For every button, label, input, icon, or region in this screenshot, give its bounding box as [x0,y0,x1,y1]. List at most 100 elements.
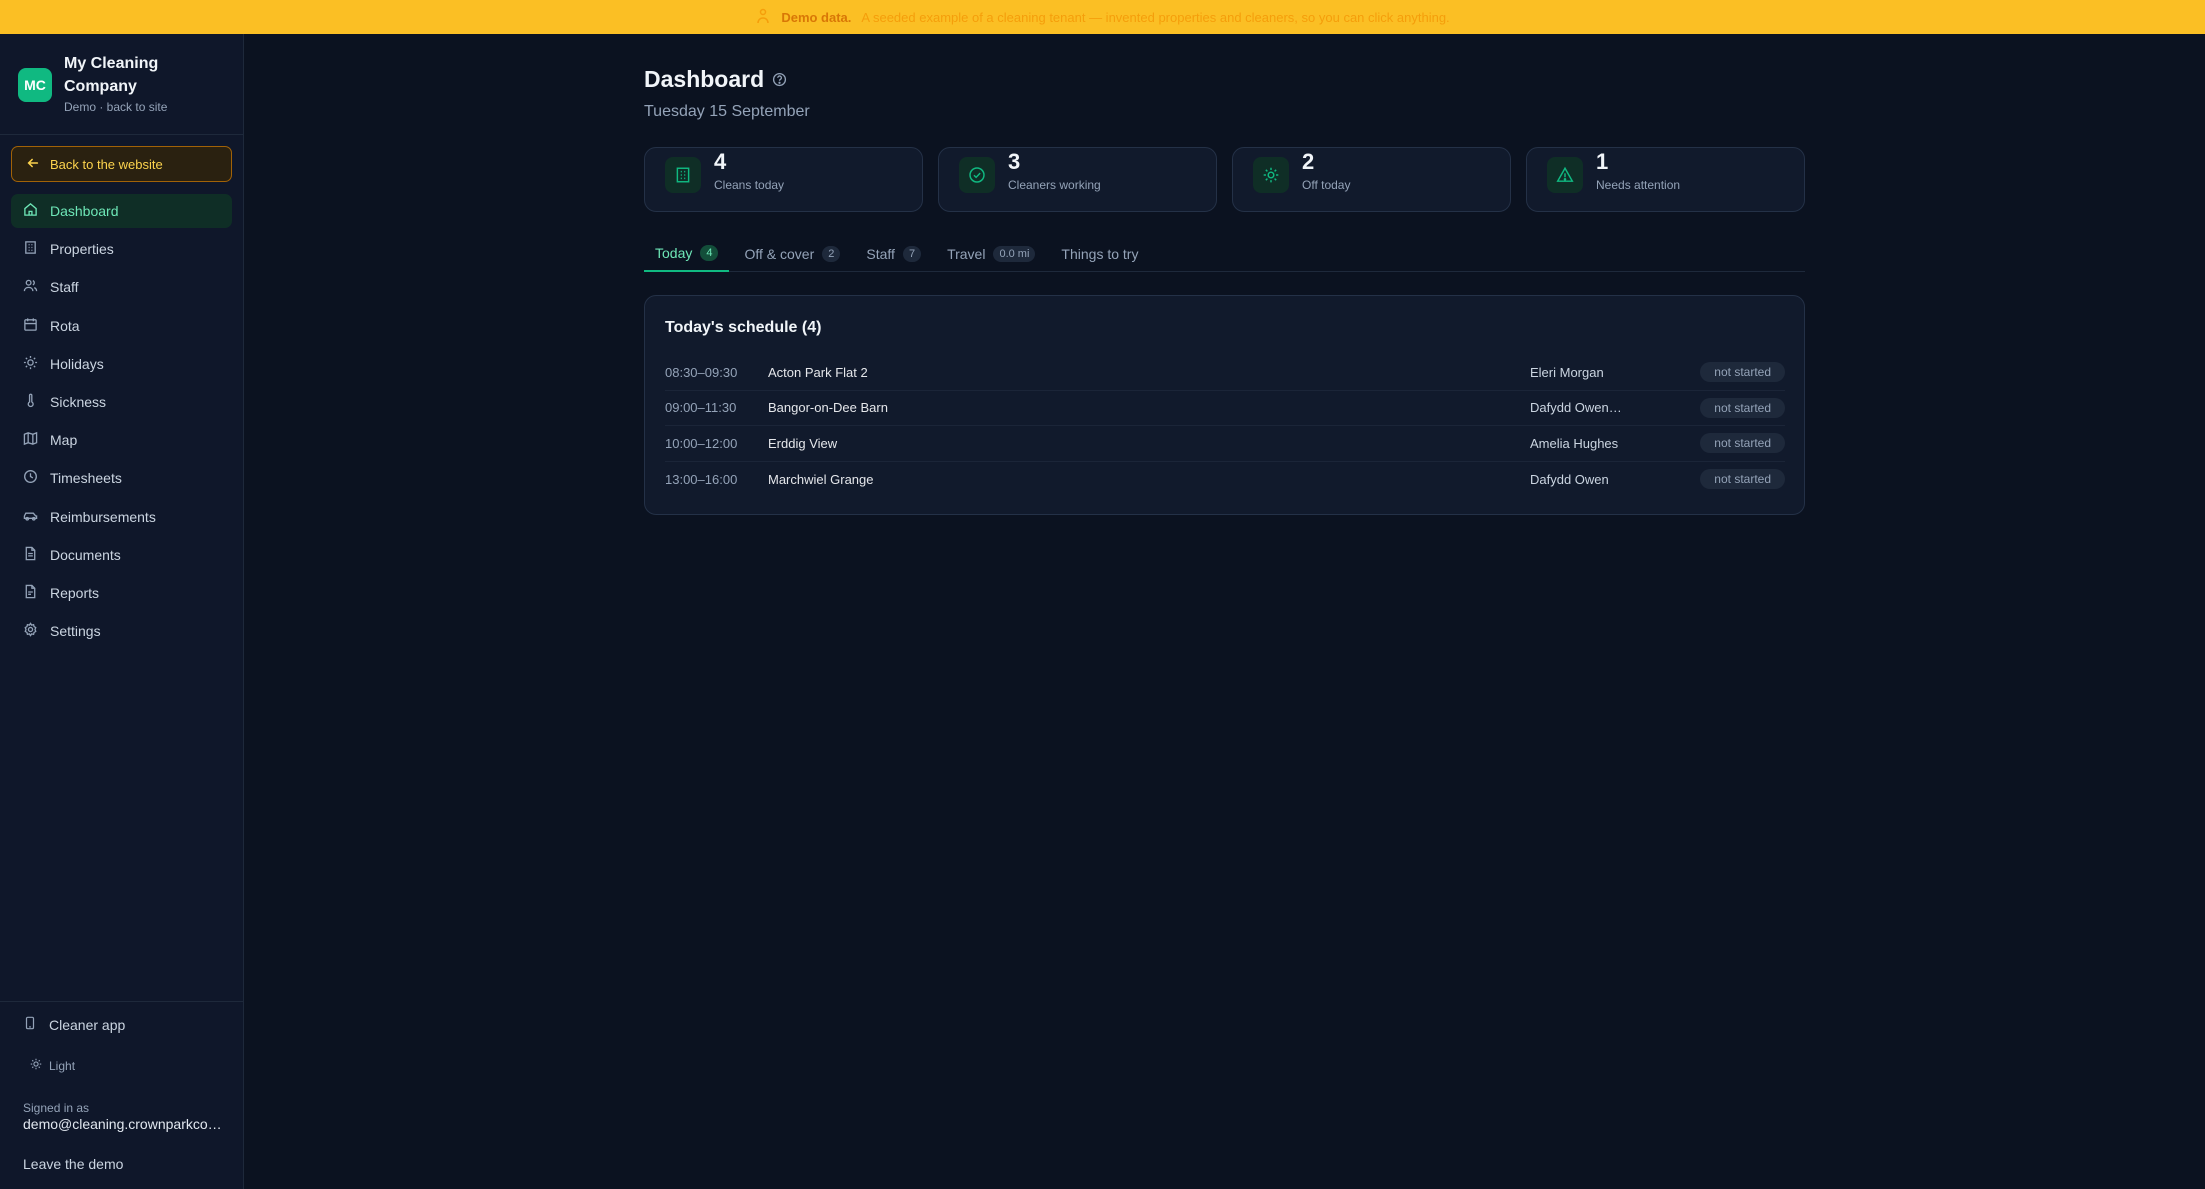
divider [0,1001,244,1002]
cleaner-app-label: Cleaner app [49,1016,126,1033]
row-property: Marchwiel Grange [768,471,874,487]
table-row[interactable]: 10:00–12:00 Erddig View Amelia Hughes no… [665,426,1785,462]
home-icon [23,202,38,220]
status-badge: not started [1700,469,1785,490]
sidebar-item-sickness[interactable]: Sickness [11,385,232,419]
tab-staff[interactable]: Staff 7 [855,236,932,272]
sidebar-item-dashboard[interactable]: Dashboard [11,194,232,228]
back-to-website-button[interactable]: Back to the website [11,146,232,182]
sidebar-item-label: Settings [50,623,101,640]
row-property: Acton Park Flat 2 [768,364,868,380]
stat-card-off[interactable]: 2 Off today [1232,147,1511,212]
building-icon [23,240,38,258]
stat-value: 4 [714,149,727,174]
phone-icon [23,1016,37,1033]
stat-value: 1 [1596,149,1609,174]
sidebar-item-settings[interactable]: Settings [11,614,232,648]
tab-off-cover[interactable]: Off & cover 2 [733,236,851,272]
stat-label: Off today [1302,178,1351,192]
tab-label: Things to try [1061,246,1139,262]
sidebar-item-reimbursements[interactable]: Reimbursements [11,500,232,534]
warning-icon [1547,157,1583,193]
file-icon [23,546,38,564]
check-circle-icon [959,157,995,193]
tab-bar: Today 4 Off & cover 2 Staff 7 Travel 0.0… [644,236,1805,272]
row-time: 13:00–16:00 [665,471,738,487]
signed-in-email: demo@cleaning.crownparkco… [23,1116,222,1132]
sidebar: MC My Cleaning Company Demo · back to si… [0,34,244,1189]
row-cleaner: Amelia Hughes [1530,435,1619,451]
sidebar-item-properties[interactable]: Properties [11,232,232,266]
sidebar-item-reports[interactable]: Reports [11,576,232,610]
theme-toggle[interactable]: Light [30,1058,75,1073]
help-icon[interactable] [772,68,787,92]
stat-label: Cleans today [714,178,785,192]
sun-icon [1253,157,1289,193]
car-icon [23,508,38,526]
sidebar-item-label: Holidays [50,355,104,372]
page-title: Dashboard [644,66,765,92]
stat-label: Cleaners working [1008,178,1101,192]
leave-demo-link[interactable]: Leave the demo [23,1156,123,1172]
sidebar-item-label: Reimbursements [50,508,156,525]
status-badge: not started [1700,397,1785,418]
sidebar-item-map[interactable]: Map [11,423,232,457]
brand-name: My Cleaning Company [64,55,159,95]
page-header: Dashboard [644,66,787,93]
brand-subtitle[interactable]: Demo · back to site [64,100,204,114]
schedule-list: 08:30–09:30 Acton Park Flat 2 Eleri Morg… [665,355,1785,497]
row-cleaner: Dafydd Owen [1530,471,1609,487]
tab-count-badge: 7 [902,246,922,262]
building-icon [665,157,701,193]
page-date: Tuesday 15 September [644,103,810,120]
sidebar-item-label: Timesheets [50,470,122,487]
tab-label: Off & cover [744,246,815,262]
sidebar-item-label: Reports [50,584,100,601]
sidebar-nav: Dashboard Properties Staff Rota Holidays… [11,194,232,652]
banner-strong: Demo data. [781,9,852,25]
sidebar-item-holidays[interactable]: Holidays [11,347,232,381]
status-badge: not started [1700,433,1785,454]
users-icon [23,278,38,296]
back-to-website-label: Back to the website [50,156,163,172]
stat-value: 2 [1302,149,1315,174]
tab-today[interactable]: Today 4 [644,236,730,272]
map-icon [23,431,38,449]
tab-count-badge: 4 [700,245,719,261]
stat-value: 3 [1008,149,1021,174]
demo-banner: Demo data. A seeded example of a cleanin… [0,0,2205,34]
sidebar-item-documents[interactable]: Documents [11,538,232,572]
tab-things-to-try[interactable]: Things to try [1050,236,1149,272]
cleaner-app-link[interactable]: Cleaner app [23,1016,125,1033]
sidebar-item-staff[interactable]: Staff [11,270,232,304]
table-row[interactable]: 09:00–11:30 Bangor-on-Dee Barn Dafydd Ow… [665,391,1785,426]
tab-count-badge: 0.0 mi [993,246,1036,262]
table-row[interactable]: 13:00–16:00 Marchwiel Grange Dafydd Owen… [665,462,1785,498]
signed-in-label: Signed in as [23,1101,90,1115]
sidebar-item-rota[interactable]: Rota [11,309,232,343]
tab-travel[interactable]: Travel 0.0 mi [936,236,1046,272]
banner-text: A seeded example of a cleaning tenant — … [861,9,1450,25]
clock-icon [23,469,38,487]
row-time: 09:00–11:30 [665,400,737,416]
sidebar-item-label: Rota [50,317,80,334]
divider [0,134,244,135]
report-icon [23,584,38,602]
gear-icon [23,622,38,640]
sidebar-item-label: Staff [50,279,79,296]
table-row[interactable]: 08:30–09:30 Acton Park Flat 2 Eleri Morg… [665,355,1785,391]
sidebar-item-label: Sickness [50,393,107,410]
sidebar-item-label: Documents [50,546,121,563]
sidebar-item-timesheets[interactable]: Timesheets [11,461,232,495]
arrow-left-icon [26,156,40,173]
tab-label: Travel [947,246,986,262]
status-badge: not started [1700,362,1785,383]
stat-card-cleaners[interactable]: 3 Cleaners working [938,147,1217,212]
stat-card-cleans[interactable]: 4 Cleans today [644,147,923,212]
sidebar-item-label: Properties [50,241,114,258]
brand[interactable]: MC My Cleaning Company Demo · back to si… [18,52,204,114]
row-cleaner: Dafydd Owen… [1530,400,1622,416]
tab-count-badge: 2 [822,246,841,262]
row-property: Bangor-on-Dee Barn [768,400,888,416]
stat-card-attention[interactable]: 1 Needs attention [1526,147,1805,212]
